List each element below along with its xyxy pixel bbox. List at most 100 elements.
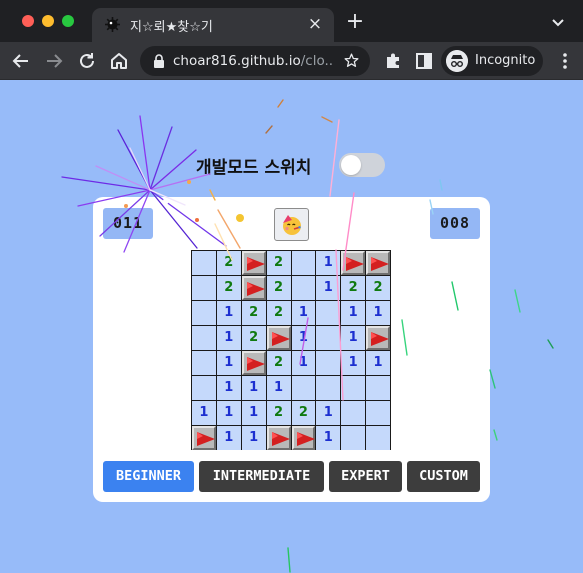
board-cell[interactable]	[266, 326, 291, 350]
board-cell[interactable]	[241, 276, 266, 300]
board-cell[interactable]	[291, 426, 316, 450]
browser-tab[interactable]: 지☆뢰★찾☆기 ×	[92, 8, 334, 42]
board-cell[interactable]: 1	[266, 376, 291, 400]
board-cell[interactable]: 1	[291, 301, 316, 325]
board-cell[interactable]	[192, 351, 216, 375]
board-cell[interactable]: 2	[216, 276, 241, 300]
board-cell[interactable]: 1	[341, 351, 366, 375]
board-cell[interactable]: 1	[316, 401, 341, 425]
new-tab-button[interactable]: +	[344, 11, 366, 33]
board-cell[interactable]: 1	[216, 376, 241, 400]
dev-mode-toggle[interactable]	[339, 153, 385, 177]
board-cell[interactable]	[291, 276, 316, 300]
cell-number: 1	[249, 430, 259, 445]
board-cell[interactable]	[192, 276, 216, 300]
reset-face-button[interactable]	[274, 208, 309, 241]
board-cell[interactable]	[192, 301, 216, 325]
board-cell[interactable]: 1	[216, 426, 241, 450]
board-cell[interactable]: 1	[316, 276, 341, 300]
cell-number: 1	[199, 405, 209, 420]
board-cell[interactable]	[291, 251, 316, 275]
browser-menu-icon[interactable]	[556, 51, 574, 71]
toggle-knob	[341, 155, 361, 175]
board-cell[interactable]: 2	[241, 301, 266, 325]
window-minimize-button[interactable]	[42, 15, 54, 27]
board-cell[interactable]: 1	[216, 326, 241, 350]
board-cell[interactable]	[316, 351, 341, 375]
tab-search-chevron-icon[interactable]	[547, 11, 569, 33]
incognito-profile-button[interactable]: Incognito	[441, 46, 543, 76]
board-cell[interactable]: 1	[291, 351, 316, 375]
level-custom-button[interactable]: CUSTOM	[407, 461, 480, 492]
board-cell[interactable]: 2	[366, 276, 390, 300]
bookmark-star-icon[interactable]	[343, 52, 360, 69]
board-cell[interactable]	[341, 426, 366, 450]
address-bar[interactable]: choar816.github.io/clo...	[140, 46, 370, 76]
lock-icon[interactable]	[153, 54, 165, 68]
board-cell[interactable]: 2	[291, 401, 316, 425]
board-cell[interactable]	[366, 426, 390, 450]
board-cell[interactable]: 1	[192, 401, 216, 425]
board-cell[interactable]: 1	[241, 376, 266, 400]
url-text[interactable]: choar816.github.io/clo...	[173, 53, 333, 69]
board-cell[interactable]: 1	[316, 251, 341, 275]
board-cell[interactable]: 1	[341, 326, 366, 350]
board-cell[interactable]	[366, 326, 390, 350]
board-cell[interactable]	[366, 376, 390, 400]
board-cell[interactable]: 2	[266, 276, 291, 300]
board-cell[interactable]: 1	[216, 401, 241, 425]
board-cell[interactable]	[192, 426, 216, 450]
board-cell[interactable]	[241, 251, 266, 275]
board-cell[interactable]	[316, 301, 341, 325]
board-cell[interactable]	[192, 251, 216, 275]
board-cell[interactable]: 1	[241, 401, 266, 425]
board-cell[interactable]	[192, 376, 216, 400]
forward-arrow-icon[interactable]	[42, 49, 66, 73]
board-cell[interactable]: 1	[216, 351, 241, 375]
flag-icon	[197, 432, 215, 446]
board-cell[interactable]	[266, 426, 291, 450]
board-cell[interactable]	[341, 376, 366, 400]
tab-close-icon[interactable]: ×	[304, 13, 326, 35]
board-cell[interactable]	[316, 376, 341, 400]
board-cell[interactable]: 2	[341, 276, 366, 300]
board-cell[interactable]: 1	[241, 426, 266, 450]
flag-icon	[246, 357, 265, 371]
window-maximize-button[interactable]	[62, 15, 74, 27]
board-cell[interactable]: 1	[366, 351, 390, 375]
board-cell[interactable]: 2	[241, 326, 266, 350]
board-cell[interactable]: 1	[366, 301, 390, 325]
board-cell[interactable]: 2	[266, 401, 291, 425]
cell-number: 1	[373, 355, 383, 370]
extensions-puzzle-icon[interactable]	[381, 49, 405, 73]
incognito-label: Incognito	[475, 53, 536, 68]
side-panel-icon[interactable]	[412, 49, 436, 73]
board-cell[interactable]	[341, 251, 366, 275]
cell-number: 1	[298, 355, 308, 370]
cell-number: 1	[298, 330, 308, 345]
board-cell[interactable]: 1	[341, 301, 366, 325]
board-cell[interactable]	[316, 326, 341, 350]
level-beginner-button[interactable]: BEGINNER	[103, 461, 194, 492]
level-expert-button[interactable]: EXPERT	[329, 461, 402, 492]
window-close-button[interactable]	[22, 15, 34, 27]
home-icon[interactable]	[107, 49, 131, 73]
board-cell[interactable]: 2	[266, 251, 291, 275]
board-cell[interactable]: 2	[266, 301, 291, 325]
cell-number: 2	[249, 305, 259, 320]
cell-number: 1	[224, 430, 234, 445]
board-cell[interactable]: 1	[316, 426, 341, 450]
board-cell[interactable]	[192, 326, 216, 350]
board-cell[interactable]	[366, 401, 390, 425]
back-arrow-icon[interactable]	[9, 49, 33, 73]
board-cell[interactable]: 1	[216, 301, 241, 325]
reload-icon[interactable]	[75, 49, 99, 73]
board-cell[interactable]: 2	[266, 351, 291, 375]
level-intermediate-button[interactable]: INTERMEDIATE	[199, 461, 324, 492]
board-cell[interactable]: 1	[291, 326, 316, 350]
board-cell[interactable]	[366, 251, 390, 275]
board-cell[interactable]	[241, 351, 266, 375]
board-cell[interactable]	[341, 401, 366, 425]
board-cell[interactable]	[291, 376, 316, 400]
board-cell[interactable]: 2	[216, 251, 241, 275]
